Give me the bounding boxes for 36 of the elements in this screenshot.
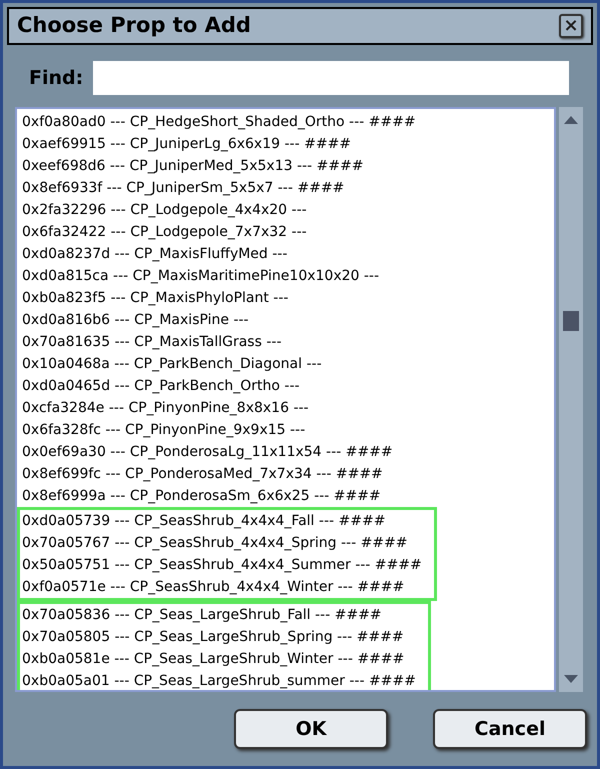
scroll-thumb[interactable] <box>563 311 579 331</box>
scroll-down-icon[interactable] <box>563 674 579 684</box>
list-item[interactable]: 0xf0a80ad0 --- CP_HedgeShort_Shaded_Ortho --- #### <box>20 111 416 133</box>
list-item[interactable]: 0x6fa32422 --- CP_Lodgepole_7x7x32 --- <box>20 221 416 243</box>
find-field[interactable] <box>93 61 569 95</box>
scroll-up-icon[interactable] <box>563 115 579 125</box>
list-item[interactable]: 0xd0a8237d --- CP_MaxisFluffyMed --- <box>20 243 416 265</box>
list-item[interactable]: 0xaef69915 --- CP_JuniperLg_6x6x19 --- #### <box>20 133 416 155</box>
dialog-button[interactable]: OK <box>234 709 388 749</box>
list-item[interactable]: 0x50a05751 --- CP_SeasShrub_4x4x4_Summer --- #### <box>20 554 422 576</box>
window-title: Choose Prop to Add <box>17 12 251 40</box>
list-item[interactable]: 0xd0a815ca --- CP_MaxisMaritimePine10x10x20 --- <box>20 265 416 287</box>
list-item[interactable]: 0xf0a0571e --- CP_SeasShrub_4x4x4_Winter --- #### <box>20 576 422 598</box>
list-item[interactable]: 0xd0a0465d --- CP_ParkBench_Ortho --- <box>20 375 416 397</box>
list-item[interactable]: 0x6fa328fc --- CP_PinyonPine_9x9x15 --- <box>20 419 416 441</box>
find-label: Find: <box>29 66 84 91</box>
list-item[interactable]: 0x8ef6999a --- CP_PonderosaSm_6x6x25 --- #### <box>20 485 416 507</box>
scrollbar[interactable] <box>559 107 583 692</box>
list-item[interactable]: 0xeef698d6 --- CP_JuniperMed_5x5x13 --- #### <box>20 155 416 177</box>
list-item[interactable]: 0x8ef6933f --- CP_JuniperSm_5x5x7 --- #### <box>20 177 416 199</box>
list-item[interactable]: 0xd0a05739 --- CP_SeasShrub_4x4x4_Fall --- #### <box>20 510 422 532</box>
list-item[interactable]: 0xcfa3284e --- CP_PinyonPine_8x8x16 --- <box>20 397 416 419</box>
list-item[interactable]: 0xd0a816b6 --- CP_MaxisPine --- <box>20 309 416 331</box>
list-item[interactable]: 0x2fa32296 --- CP_Lodgepole_4x4x20 --- <box>20 199 416 221</box>
dialog-button[interactable]: Cancel <box>433 709 587 749</box>
list-item[interactable]: 0x70a05767 --- CP_SeasShrub_4x4x4_Spring --- #### <box>20 532 422 554</box>
list-item[interactable]: 0x0ef69a30 --- CP_PonderosaLg_11x11x54 --- #### <box>20 441 416 463</box>
list-item[interactable]: 0x8ef699fc --- CP_PonderosaMed_7x7x34 --- #### <box>20 463 416 485</box>
list-item[interactable]: 0xb0a0581e --- CP_Seas_LargeShrub_Winter --- #### <box>20 648 416 670</box>
list-item[interactable]: 0x70a05805 --- CP_Seas_LargeShrub_Spring --- #### <box>20 626 416 648</box>
list-item[interactable]: 0x70a81635 --- CP_MaxisTallGrass --- <box>20 331 416 353</box>
list-item[interactable]: 0xb0a05a01 --- CP_Seas_LargeShrub_summer --- #### <box>20 670 416 690</box>
close-button[interactable]: × <box>559 14 583 38</box>
list-item[interactable]: 0x10a0468a --- CP_ParkBench_Diagonal --- <box>20 353 416 375</box>
list-item[interactable]: 0xb0a823f5 --- CP_MaxisPhyloPlant --- <box>20 287 416 309</box>
list-item[interactable]: 0x70a05836 --- CP_Seas_LargeShrub_Fall --- #### <box>20 604 416 626</box>
